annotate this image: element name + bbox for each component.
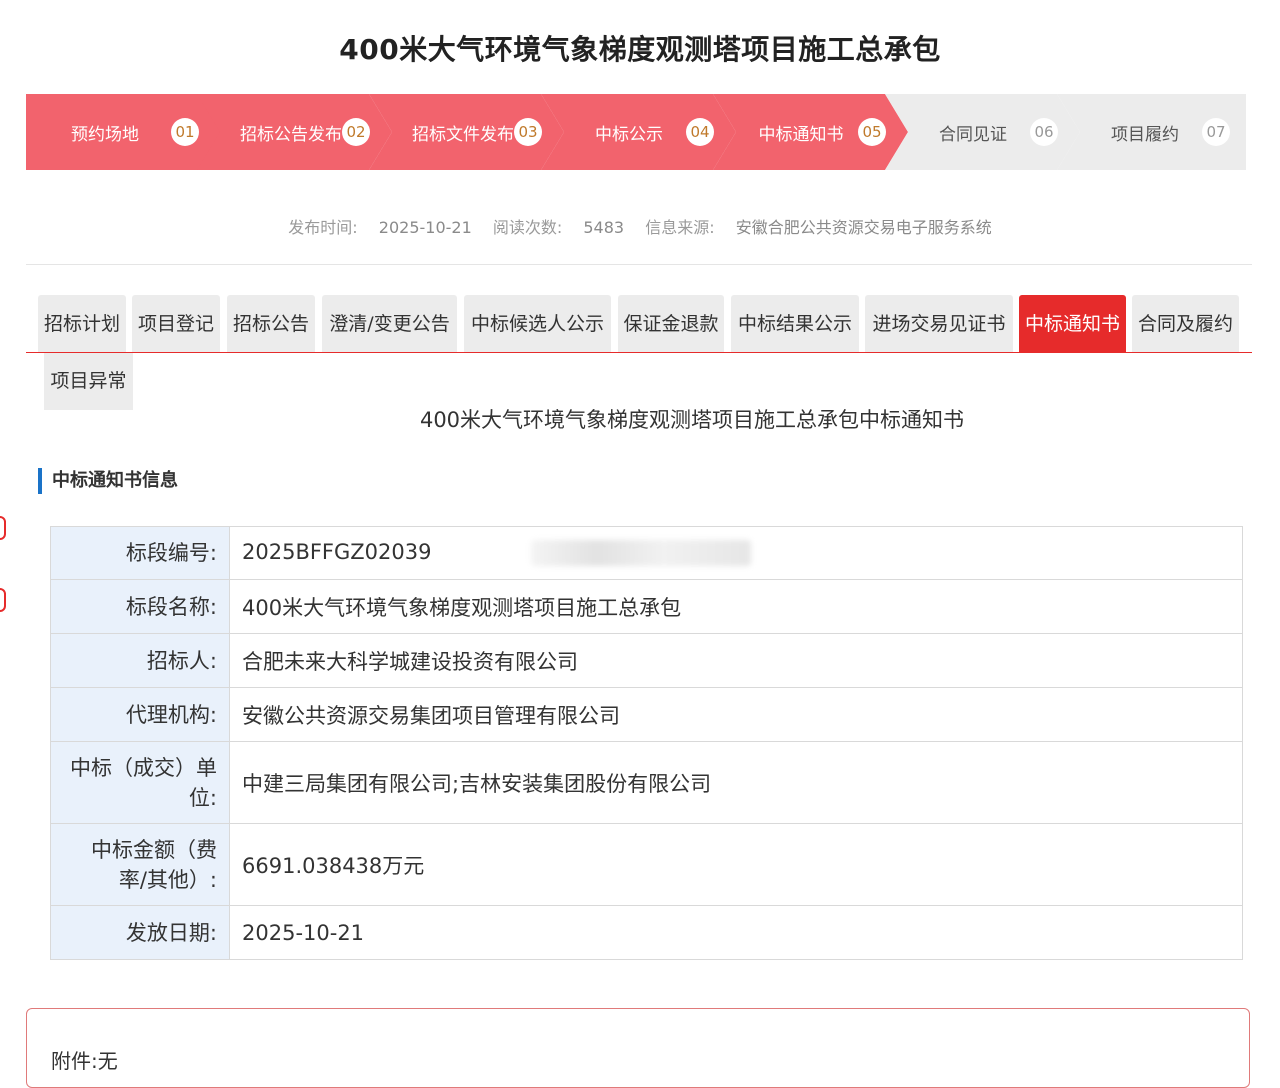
field-value: 2025-10-21: [229, 905, 1243, 960]
step-number: 05: [858, 118, 886, 146]
divider: [26, 264, 1252, 265]
table-row: 标段编号: 2025BFFGZ02039: [50, 526, 1243, 580]
tab-project-exception[interactable]: 项目异常: [44, 353, 133, 410]
field-value: 中建三局集团有限公司;吉林安装集团股份有限公司: [229, 741, 1243, 824]
tab-project-registration[interactable]: 项目登记: [132, 295, 220, 353]
source-value: 安徽合肥公共资源交易电子服务系统: [735, 218, 992, 237]
field-value: 安徽公共资源交易集团项目管理有限公司: [229, 687, 1243, 742]
tab-witness-certificate[interactable]: 进场交易见证书: [865, 295, 1013, 353]
tab-award-notice[interactable]: 中标通知书: [1019, 295, 1126, 353]
step-label: 项目履约: [1111, 124, 1179, 145]
field-value: 2025BFFGZ02039: [229, 526, 1243, 580]
step-number: 07: [1202, 118, 1230, 146]
read-count-label: 阅读次数:: [492, 218, 563, 237]
publish-time-label: 发布时间:: [288, 218, 358, 237]
step-number: 04: [686, 118, 714, 146]
section-title: 中标通知书信息: [38, 468, 178, 494]
side-marker: [0, 588, 6, 612]
side-marker: [0, 516, 6, 540]
notice-title: 400米大气环境气象梯度观测塔项目施工总承包中标通知书: [419, 408, 965, 432]
tab-underline: [26, 352, 1252, 353]
step-label: 中标通知书: [758, 124, 844, 145]
table-row: 发放日期: 2025-10-21: [50, 905, 1243, 960]
tab-bid-plan[interactable]: 招标计划: [38, 295, 126, 353]
step-label: 合同见证: [939, 124, 1007, 145]
field-value: 合肥未来大科学城建设投资有限公司: [229, 633, 1243, 688]
step-2[interactable]: 招标公告发布 02: [197, 94, 392, 170]
step-7[interactable]: 项目履约 07: [1057, 94, 1246, 170]
tab-contract-performance[interactable]: 合同及履约: [1132, 295, 1239, 353]
field-label: 代理机构:: [50, 687, 230, 742]
field-label: 招标人:: [50, 633, 230, 688]
step-1[interactable]: 预约场地 01: [26, 94, 221, 170]
field-label: 发放日期:: [50, 905, 230, 960]
step-label: 中标公示: [595, 124, 663, 145]
tab-result-publicity[interactable]: 中标结果公示: [731, 295, 859, 353]
step-4[interactable]: 中标公示 04: [541, 94, 736, 170]
field-label: 中标（成交）单位:: [50, 741, 230, 824]
publish-meta: 发布时间: 2025-10-21 阅读次数: 5483 信息来源: 安徽合肥公共…: [0, 214, 1280, 238]
blurred-region: [531, 540, 752, 566]
step-6[interactable]: 合同见证 06: [885, 94, 1080, 170]
tab-deposit-refund[interactable]: 保证金退款: [618, 295, 724, 353]
step-number: 01: [171, 118, 199, 146]
read-count-value: 5483: [583, 218, 625, 237]
step-3[interactable]: 招标文件发布 03: [369, 94, 564, 170]
tab-candidate-publicity[interactable]: 中标候选人公示: [464, 295, 611, 353]
attachment-text: 附件:无: [51, 1049, 118, 1073]
section-code: 2025BFFGZ02039: [242, 540, 432, 564]
field-label: 标段编号:: [50, 526, 230, 580]
step-number: 02: [342, 118, 370, 146]
table-row: 标段名称: 400米大气环境气象梯度观测塔项目施工总承包: [50, 579, 1243, 634]
attachment-box: 附件:无: [26, 1008, 1250, 1088]
field-value: 400米大气环境气象梯度观测塔项目施工总承包: [229, 579, 1243, 634]
tab-clarification[interactable]: 澄清/变更公告: [322, 295, 457, 353]
field-label: 标段名称:: [50, 579, 230, 634]
progress-steps: 预约场地 01 招标公告发布 02 招标文件发布 03 中标公示 04 中标通知…: [26, 94, 1246, 170]
step-label: 预约场地: [71, 124, 139, 145]
field-label: 中标金额（费率/其他）:: [50, 823, 230, 906]
award-info-table: 标段编号: 2025BFFGZ02039 标段名称: 400米大气环境气象梯度观…: [50, 526, 1243, 960]
step-number: 06: [1030, 118, 1058, 146]
tab-bid-announcement[interactable]: 招标公告: [227, 295, 315, 353]
page-title: 400米大气环境气象梯度观测塔项目施工总承包: [339, 33, 941, 66]
table-row: 招标人: 合肥未来大科学城建设投资有限公司: [50, 633, 1243, 688]
table-row: 中标（成交）单位: 中建三局集团有限公司;吉林安装集团股份有限公司: [50, 741, 1243, 824]
table-row: 代理机构: 安徽公共资源交易集团项目管理有限公司: [50, 687, 1243, 742]
field-value: 6691.038438万元: [229, 823, 1243, 906]
step-5[interactable]: 中标通知书 05: [713, 94, 908, 170]
source-label: 信息来源:: [645, 218, 715, 237]
step-number: 03: [514, 118, 542, 146]
table-row: 中标金额（费率/其他）: 6691.038438万元: [50, 823, 1243, 906]
publish-time-value: 2025-10-21: [378, 218, 472, 237]
